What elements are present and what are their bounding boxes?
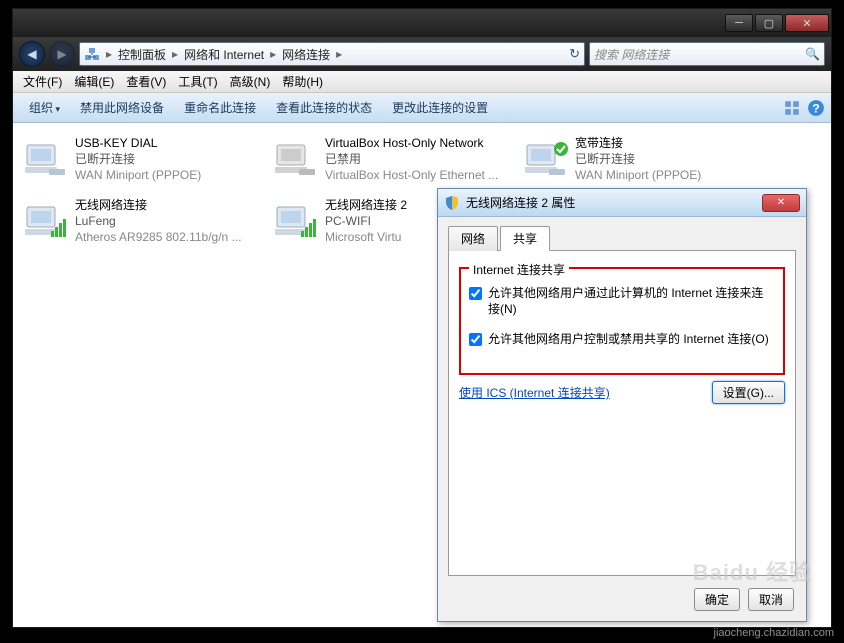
menu-bar: 文件(F) 编辑(E) 查看(V) 工具(T) 高级(N) 帮助(H) <box>13 71 831 93</box>
dialog-title: 无线网络连接 2 属性 <box>466 194 575 211</box>
tab-pane-share: Internet 连接共享 允许其他网络用户通过此计算机的 Internet 连… <box>448 250 796 576</box>
connection-device: WAN Miniport (PPPOE) <box>75 167 201 183</box>
connection-device: VirtualBox Host-Only Ethernet ... <box>325 167 498 183</box>
ics-link-row: 使用 ICS (Internet 连接共享) 设置(G)... <box>459 381 785 404</box>
disable-device-button[interactable]: 禁用此网络设备 <box>70 99 174 116</box>
forward-button[interactable]: ▶ <box>49 41 75 67</box>
connection-name: USB-KEY DIAL <box>75 135 201 151</box>
chevron-right-icon: ▸ <box>170 47 180 61</box>
group-legend: Internet 连接共享 <box>469 261 569 278</box>
breadcrumb[interactable]: ▸ 控制面板 ▸ 网络和 Internet ▸ 网络连接 ▸ ↻ <box>79 42 585 66</box>
connection-text: 无线网络连接 2PC-WIFIMicrosoft Virtu <box>319 197 407 245</box>
maximize-button[interactable]: ▢ <box>755 14 783 32</box>
connection-name: 无线网络连接 <box>75 197 242 213</box>
connection-status: 已断开连接 <box>75 151 201 167</box>
connection-item[interactable]: 宽带连接已断开连接WAN Miniport (PPPOE) <box>517 131 767 187</box>
cancel-button[interactable]: 取消 <box>748 588 794 611</box>
connection-name: 宽带连接 <box>575 135 701 151</box>
chevron-right-icon: ▸ <box>104 47 114 61</box>
connection-item[interactable]: USB-KEY DIAL已断开连接WAN Miniport (PPPOE) <box>17 131 267 187</box>
back-button[interactable]: ◀ <box>19 41 45 67</box>
allow-connect-checkbox-row: 允许其他网络用户通过此计算机的 Internet 连接来连接(N) <box>469 285 775 317</box>
dialog-body: 网络 共享 Internet 连接共享 允许其他网络用户通过此计算机的 Inte… <box>438 217 806 580</box>
menu-tools[interactable]: 工具(T) <box>172 73 223 90</box>
connection-text: 宽带连接已断开连接WAN Miniport (PPPOE) <box>569 135 701 183</box>
crumb-control-panel[interactable]: 控制面板 <box>114 46 170 63</box>
chevron-right-icon: ▸ <box>268 47 278 61</box>
connection-name: 无线网络连接 2 <box>325 197 407 213</box>
watermark-url: jiaocheng.chazidian.com <box>714 627 834 639</box>
menu-help[interactable]: 帮助(H) <box>276 73 329 90</box>
ics-link[interactable]: 使用 ICS (Internet 连接共享) <box>459 384 610 401</box>
help-icon[interactable]: ? <box>807 99 825 117</box>
allow-control-checkbox[interactable] <box>469 333 482 346</box>
connection-text: 无线网络连接LuFengAtheros AR9285 802.11b/g/n .… <box>69 197 242 245</box>
connection-status: PC-WIFI <box>325 213 407 229</box>
properties-dialog: 无线网络连接 2 属性 ✕ 网络 共享 Internet 连接共享 允许其他网络… <box>437 188 807 622</box>
menu-edit[interactable]: 编辑(E) <box>68 73 120 90</box>
connection-item[interactable]: 无线网络连接LuFengAtheros AR9285 802.11b/g/n .… <box>17 193 267 249</box>
minimize-button[interactable]: ─ <box>725 14 753 32</box>
tab-share[interactable]: 共享 <box>500 226 550 251</box>
dialog-footer: 确定 取消 <box>438 580 806 621</box>
menu-view[interactable]: 查看(V) <box>120 73 172 90</box>
menu-file[interactable]: 文件(F) <box>17 73 68 90</box>
search-input[interactable]: 搜索 网络连接 🔍 <box>589 42 825 66</box>
connection-item[interactable]: VirtualBox Host-Only Network已禁用VirtualBo… <box>267 131 517 187</box>
chevron-right-icon: ▸ <box>334 47 344 61</box>
connection-icon <box>23 197 69 243</box>
tab-strip: 网络 共享 <box>448 226 796 251</box>
tab-network[interactable]: 网络 <box>448 226 498 251</box>
settings-button[interactable]: 设置(G)... <box>712 381 785 404</box>
connection-device: Atheros AR9285 802.11b/g/n ... <box>75 229 242 245</box>
titlebar: ─ ▢ ✕ <box>13 9 831 37</box>
dialog-close-button[interactable]: ✕ <box>762 194 800 212</box>
allow-connect-checkbox[interactable] <box>469 287 482 300</box>
view-status-button[interactable]: 查看此连接的状态 <box>266 99 382 116</box>
crumb-network-connections[interactable]: 网络连接 <box>278 46 334 63</box>
allow-control-label: 允许其他网络用户控制或禁用共享的 Internet 连接(O) <box>488 331 769 347</box>
connection-icon <box>23 135 69 181</box>
network-icon <box>84 46 100 62</box>
svg-text:?: ? <box>812 101 820 115</box>
shield-icon <box>444 195 460 211</box>
allow-connect-label: 允许其他网络用户通过此计算机的 Internet 连接来连接(N) <box>488 285 775 317</box>
dialog-titlebar: 无线网络连接 2 属性 ✕ <box>438 189 806 217</box>
connection-icon <box>273 197 319 243</box>
ics-group: Internet 连接共享 允许其他网络用户通过此计算机的 Internet 连… <box>459 267 785 375</box>
close-button[interactable]: ✕ <box>785 14 829 32</box>
rename-connection-button[interactable]: 重命名此连接 <box>174 99 266 116</box>
connection-text: USB-KEY DIAL已断开连接WAN Miniport (PPPOE) <box>69 135 201 183</box>
connection-text: VirtualBox Host-Only Network已禁用VirtualBo… <box>319 135 498 183</box>
allow-control-checkbox-row: 允许其他网络用户控制或禁用共享的 Internet 连接(O) <box>469 331 775 347</box>
connection-device: Microsoft Virtu <box>325 229 407 245</box>
address-bar: ◀ ▶ ▸ 控制面板 ▸ 网络和 Internet ▸ 网络连接 ▸ ↻ 搜索 … <box>13 37 831 71</box>
connection-icon <box>273 135 319 181</box>
connection-device: WAN Miniport (PPPOE) <box>575 167 701 183</box>
view-options-icon[interactable] <box>783 99 801 117</box>
command-bar: 组织 禁用此网络设备 重命名此连接 查看此连接的状态 更改此连接的设置 ? <box>13 93 831 123</box>
connection-icon <box>523 135 569 181</box>
search-placeholder: 搜索 网络连接 <box>594 46 669 63</box>
connection-status: 已断开连接 <box>575 151 701 167</box>
menu-advanced[interactable]: 高级(N) <box>224 73 277 90</box>
organize-button[interactable]: 组织 <box>19 99 70 116</box>
connection-name: VirtualBox Host-Only Network <box>325 135 498 151</box>
ok-button[interactable]: 确定 <box>694 588 740 611</box>
search-icon: 🔍 <box>805 47 820 61</box>
connection-status: 已禁用 <box>325 151 498 167</box>
crumb-network-internet[interactable]: 网络和 Internet <box>180 46 268 63</box>
refresh-icon[interactable]: ↻ <box>569 46 580 62</box>
connection-status: LuFeng <box>75 213 242 229</box>
change-settings-button[interactable]: 更改此连接的设置 <box>382 99 498 116</box>
